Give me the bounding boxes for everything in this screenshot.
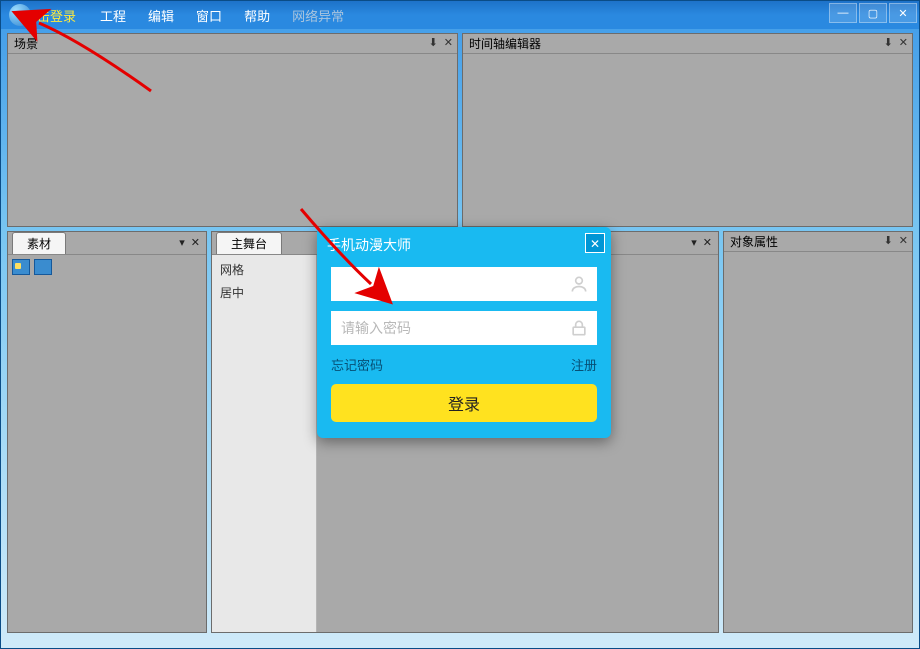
properties-panel: 对象属性 ⬇ ✕ [723, 231, 913, 633]
tab-stage[interactable]: 主舞台 [216, 232, 282, 254]
chevron-down-icon[interactable]: ▾ [179, 236, 185, 249]
scene-panel: 场景 ⬇ ✕ [7, 33, 458, 227]
close-icon[interactable]: ✕ [899, 234, 908, 247]
close-icon[interactable]: ✕ [899, 36, 908, 49]
register-link[interactable]: 注册 [571, 355, 597, 374]
login-submit-button[interactable]: 登录 [331, 384, 597, 422]
material-image-icon[interactable] [12, 259, 30, 275]
material-panel: 素材 ▾ ✕ [7, 231, 207, 633]
close-icon[interactable]: ✕ [191, 236, 200, 249]
stage-options-sidebar: 网格 居中 [212, 255, 317, 632]
chevron-down-icon[interactable]: ▾ [691, 236, 697, 249]
menu-net-status: 网络异常 [292, 6, 344, 25]
menu-window[interactable]: 窗口 [196, 6, 222, 25]
password-input[interactable] [331, 311, 597, 345]
dialog-title: 手机动漫大师 [317, 227, 611, 259]
close-icon[interactable]: ✕ [444, 36, 453, 49]
material-item-icon[interactable] [34, 259, 52, 275]
maximize-button[interactable]: ▢ [859, 3, 887, 23]
stage-option-grid[interactable]: 网格 [220, 261, 308, 278]
minimize-button[interactable]: — [829, 3, 857, 23]
dialog-close-button[interactable]: ✕ [585, 233, 605, 253]
username-input[interactable] [331, 267, 597, 301]
window-close-button[interactable]: ✕ [889, 3, 917, 23]
login-dialog: 手机动漫大师 ✕ 忘记密码 注册 登录 [317, 227, 611, 438]
menu-help[interactable]: 帮助 [244, 6, 270, 25]
scene-panel-title: 场景 [8, 34, 457, 54]
menu-edit[interactable]: 编辑 [148, 6, 174, 25]
stage-option-center[interactable]: 居中 [220, 284, 308, 301]
login-link[interactable]: 击登录 [37, 6, 76, 25]
window-controls: — ▢ ✕ [829, 3, 917, 23]
main-menu: 工程 编辑 窗口 帮助 网络异常 [100, 6, 344, 25]
forgot-password-link[interactable]: 忘记密码 [331, 355, 383, 374]
top-menubar: 击登录 工程 编辑 窗口 帮助 网络异常 — ▢ ✕ [1, 1, 919, 29]
tab-material[interactable]: 素材 [12, 232, 66, 254]
pin-icon[interactable]: ⬇ [429, 36, 438, 49]
pin-icon[interactable]: ⬇ [884, 234, 893, 247]
menu-project[interactable]: 工程 [100, 6, 126, 25]
timeline-panel-title: 时间轴编辑器 [463, 34, 912, 54]
app-logo-icon [9, 4, 31, 26]
pin-icon[interactable]: ⬇ [884, 36, 893, 49]
timeline-panel: 时间轴编辑器 ⬇ ✕ [462, 33, 913, 227]
close-icon[interactable]: ✕ [703, 236, 712, 249]
